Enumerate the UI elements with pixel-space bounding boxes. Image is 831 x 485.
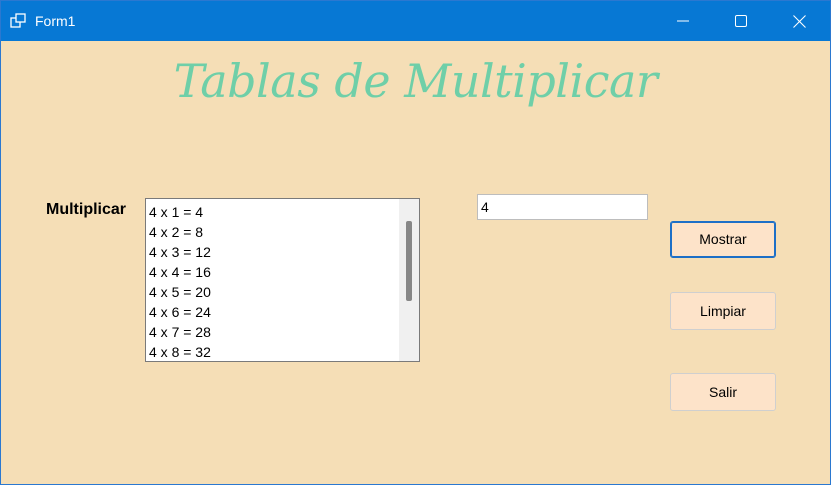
- clear-button[interactable]: Limpiar: [670, 292, 776, 330]
- minimize-icon: [677, 20, 689, 22]
- close-icon: [792, 14, 806, 28]
- results-listbox[interactable]: 4 x 1 = 4 4 x 2 = 8 4 x 3 = 12 4 x 4 = 1…: [145, 198, 420, 362]
- listbox-scrollbar[interactable]: [399, 199, 419, 361]
- list-item[interactable]: 4 x 5 = 20: [146, 282, 398, 302]
- list-item[interactable]: 4 x 2 = 8: [146, 222, 398, 242]
- title-bar[interactable]: Form1: [1, 1, 830, 41]
- list-item[interactable]: 4 x 8 = 32: [146, 342, 398, 361]
- list-item[interactable]: 4 x 4 = 16: [146, 262, 398, 282]
- maximize-button[interactable]: [712, 1, 770, 41]
- exit-button[interactable]: Salir: [670, 373, 776, 411]
- app-window: Form1 Tablas de Multiplicar Multiplicar …: [0, 0, 831, 485]
- minimize-button[interactable]: [654, 1, 712, 41]
- app-icon: [10, 13, 26, 28]
- close-button[interactable]: [770, 1, 828, 41]
- results-list: 4 x 1 = 4 4 x 2 = 8 4 x 3 = 12 4 x 4 = 1…: [146, 202, 398, 361]
- multiplicar-label: Multiplicar: [46, 201, 127, 218]
- window-title: Form1: [35, 13, 76, 29]
- scroll-thumb[interactable]: [406, 221, 412, 301]
- list-item[interactable]: 4 x 3 = 12: [146, 242, 398, 262]
- number-input[interactable]: [477, 194, 648, 220]
- page-title: Tablas de Multiplicar: [173, 54, 658, 108]
- maximize-icon: [735, 15, 747, 27]
- show-button[interactable]: Mostrar: [670, 221, 776, 258]
- list-item[interactable]: 4 x 1 = 4: [146, 202, 398, 222]
- list-item[interactable]: 4 x 6 = 24: [146, 302, 398, 322]
- list-item[interactable]: 4 x 7 = 28: [146, 322, 398, 342]
